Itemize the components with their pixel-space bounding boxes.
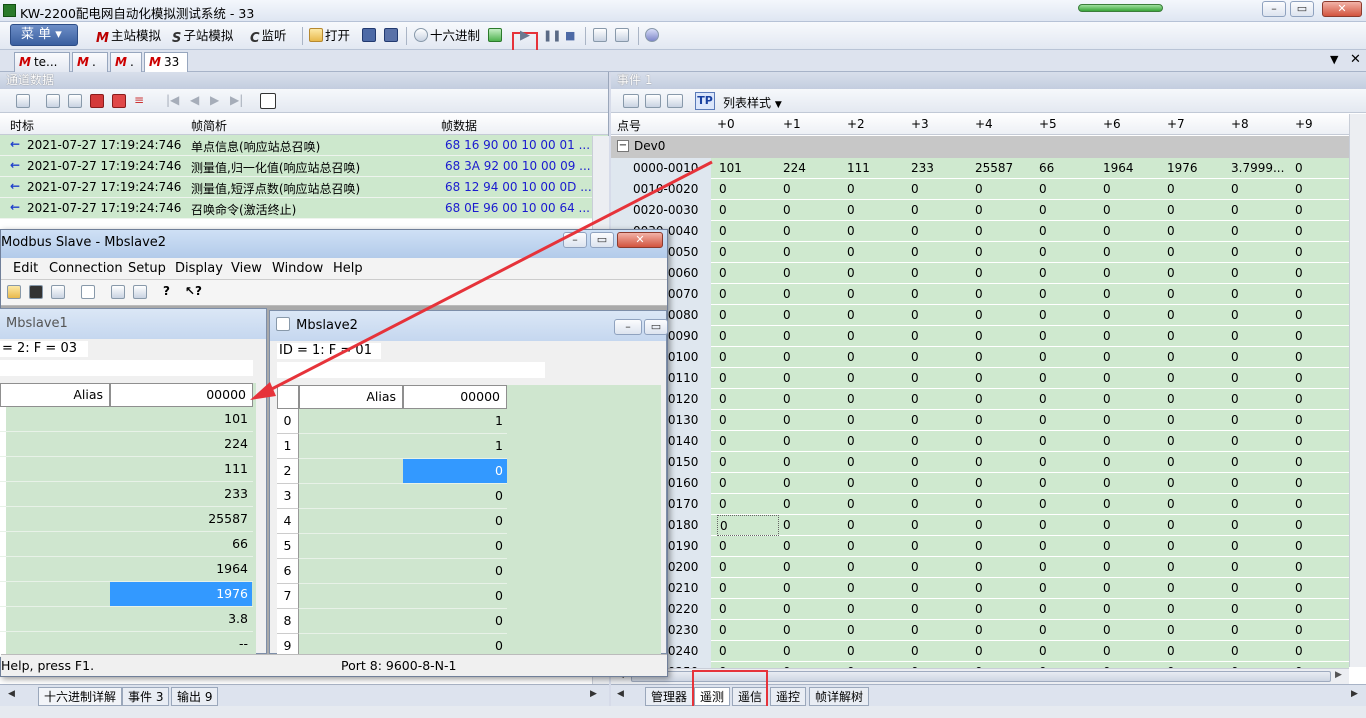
- annotation-arrow: [250, 160, 713, 400]
- arrow-line: [261, 160, 713, 396]
- arrow-head: [250, 382, 276, 400]
